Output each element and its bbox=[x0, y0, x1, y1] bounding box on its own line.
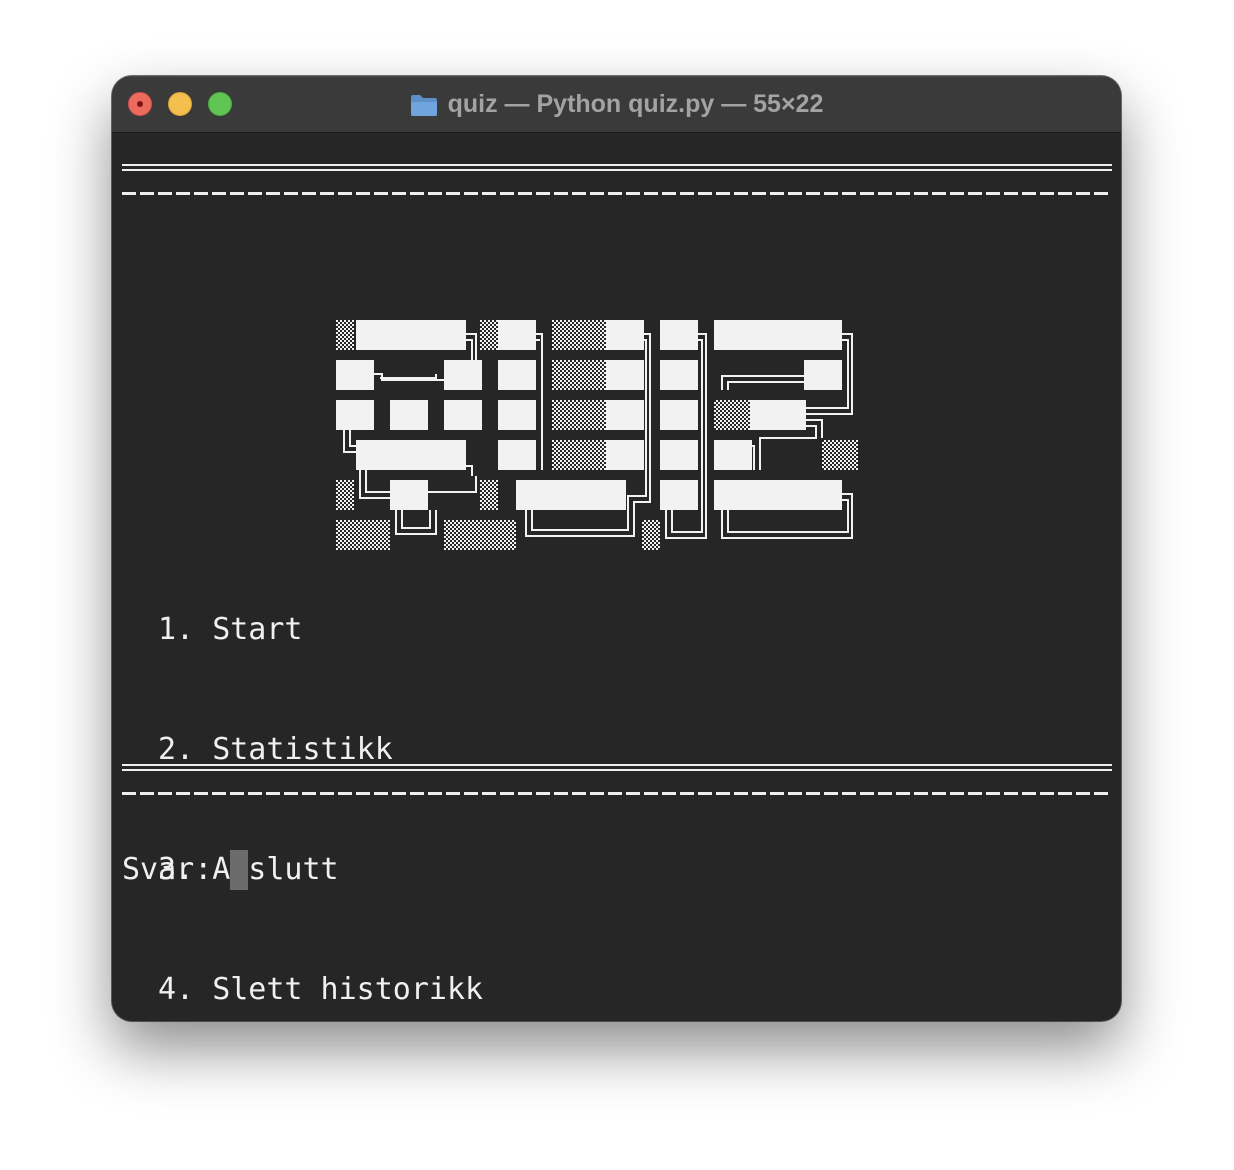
menu-label: Statistikk bbox=[212, 732, 393, 767]
top-dash-rule bbox=[122, 192, 1112, 195]
prompt-label: Svar: bbox=[122, 852, 213, 887]
bottom-double-rule bbox=[122, 764, 1112, 771]
window-title: quiz — Python quiz.py — 55×22 bbox=[447, 89, 824, 118]
top-double-rule bbox=[122, 164, 1112, 171]
menu-number: 2. bbox=[158, 732, 195, 767]
bottom-dash-rule bbox=[122, 792, 1112, 795]
window-title-container: quiz — Python quiz.py — 55×22 bbox=[112, 76, 1121, 132]
menu-item-slett-historikk[interactable]: 4. Slett historikk bbox=[158, 970, 483, 1010]
menu-label: Slett historikk bbox=[212, 972, 484, 1007]
menu-number: 1. bbox=[158, 612, 195, 647]
terminal-content[interactable]: 1. Start 2. Statistikk 3. Avslutt 4. Sle… bbox=[112, 133, 1121, 1021]
main-menu: 1. Start 2. Statistikk 3. Avslutt 4. Sle… bbox=[158, 530, 483, 1021]
quiz-ascii-logo bbox=[336, 320, 858, 550]
menu-label: Start bbox=[212, 612, 303, 647]
answer-prompt[interactable]: Svar: bbox=[122, 850, 249, 890]
text-cursor bbox=[230, 850, 249, 890]
menu-number: 4. bbox=[158, 972, 195, 1007]
title-bar[interactable]: quiz — Python quiz.py — 55×22 bbox=[112, 76, 1121, 133]
terminal-window: quiz — Python quiz.py — 55×22 1. Start 2… bbox=[112, 76, 1121, 1021]
folder-icon bbox=[410, 94, 437, 116]
menu-item-start[interactable]: 1. Start bbox=[158, 610, 483, 650]
